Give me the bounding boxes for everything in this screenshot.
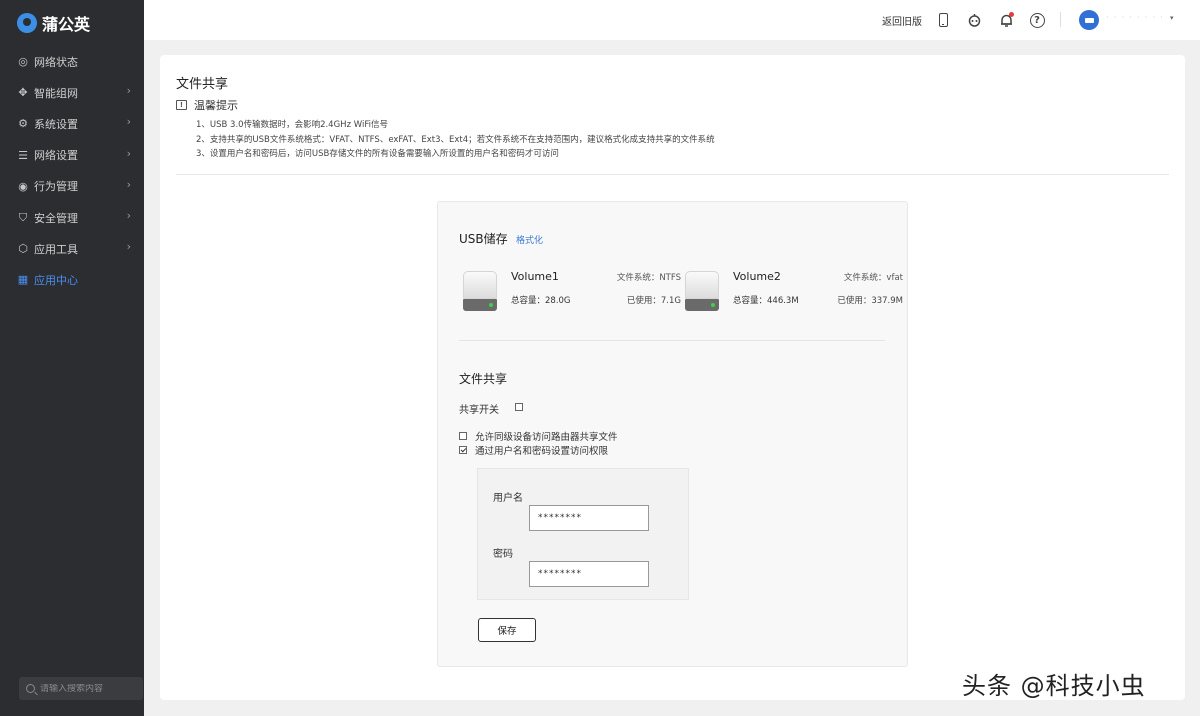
auth-checkbox[interactable]: [459, 446, 467, 454]
option-auth-row: 通过用户名和密码设置访问权限: [459, 443, 608, 457]
hard-drive-icon: [463, 271, 497, 311]
tool-icon: ⬡: [18, 242, 28, 256]
sliders-icon: ☰: [18, 148, 28, 162]
avatar[interactable]: [1079, 10, 1099, 30]
sidebar-item[interactable]: ☰ 网络设置 ›: [0, 140, 144, 171]
sidebar-item[interactable]: ✥ 智能组网 ›: [0, 77, 144, 108]
tip-header: ! 温馨提示: [176, 97, 238, 113]
share-title: 文件共享: [459, 372, 508, 386]
shield-icon: ⛉: [18, 210, 28, 224]
credentials-box: 用户名 密码: [477, 468, 689, 600]
volume-card: Volume2 文件系统：vfat 总容量：446.3M 已使用：337.9M: [681, 268, 903, 314]
sidebar-item-label: 安全管理: [34, 211, 78, 225]
share-switch-label: 共享开关: [459, 405, 499, 416]
page-title: 文件共享: [176, 77, 229, 92]
brand-name: 蒲公英: [42, 15, 91, 34]
info-icon: !: [176, 100, 187, 110]
notification-dot: [1009, 12, 1014, 17]
help-icon[interactable]: ?: [1028, 11, 1046, 29]
volume-name: Volume2: [733, 270, 781, 283]
watermark: 头条 @科技小虫: [962, 672, 1146, 700]
tip-line: 3、设置用户名和密码后，访问USB存储文件的所有设备需要输入所设置的用户名和密码…: [196, 149, 559, 159]
sidebar-item[interactable]: ⛉ 安全管理 ›: [0, 202, 144, 233]
save-button[interactable]: 保存: [478, 618, 536, 642]
tip-title: 温馨提示: [194, 99, 238, 112]
chevron-right-icon: ›: [126, 208, 131, 222]
sidebar-search[interactable]: [19, 677, 143, 700]
username-field[interactable]: [529, 505, 649, 531]
tip-line: 1、USB 3.0传输数据时，会影响2.4GHz WiFi信号: [196, 120, 388, 130]
chevron-right-icon: ›: [126, 240, 131, 254]
volume-filesystem: 文件系统：NTFS: [616, 273, 681, 283]
gear-icon: ⚙: [18, 117, 28, 131]
sidebar-item[interactable]: ◉ 行为管理 ›: [0, 171, 144, 202]
share-switch-checkbox[interactable]: [515, 403, 523, 411]
topbar-divider: [1060, 12, 1061, 27]
volume-total: 总容量：446.3M: [733, 296, 799, 306]
password-field[interactable]: [529, 561, 649, 587]
app-grid-icon: ▦: [17, 273, 29, 287]
sidebar-item-label: 系统设置: [34, 117, 78, 131]
robot-icon[interactable]: [965, 11, 983, 29]
password-label: 密码: [493, 549, 513, 560]
volume-name: Volume1: [511, 270, 559, 283]
sidebar-item-label: 网络状态: [34, 55, 78, 69]
search-input[interactable]: [40, 683, 135, 694]
logo[interactable]: 蒲公英: [17, 11, 90, 35]
sidebar-item-label: 应用中心: [34, 273, 78, 287]
network-icon: ✥: [18, 86, 28, 100]
user-name[interactable]: · · · · · · · ·: [1106, 13, 1164, 23]
old-version-link[interactable]: 返回旧版: [882, 13, 922, 28]
chevron-down-icon[interactable]: ▾: [1170, 14, 1174, 22]
behavior-icon: ◉: [18, 179, 28, 193]
option-lan-row: 允许同级设备访问路由器共享文件: [459, 429, 618, 443]
divider: [176, 174, 1169, 175]
tip-line: 2、支持共享的USB文件系统格式：VFAT、NTFS、exFAT、Ext3、Ex…: [196, 134, 715, 145]
tip-list: 1、USB 3.0传输数据时，会影响2.4GHz WiFi信号 2、支持共享的U…: [196, 118, 715, 162]
sidebar-item[interactable]: ◎ 网络状态: [0, 46, 144, 77]
chevron-right-icon: ›: [126, 115, 131, 129]
username-label: 用户名: [493, 493, 523, 504]
sidebar-item[interactable]: ⚙ 系统设置 ›: [0, 108, 144, 139]
volume-filesystem: 文件系统：vfat: [843, 273, 903, 283]
logo-icon: [17, 13, 37, 33]
globe-icon: ◎: [18, 55, 28, 69]
chevron-right-icon: ›: [126, 177, 131, 191]
sidebar: 蒲公英 ◎ 网络状态 ✥ 智能组网 › ⚙ 系统设置 › ☰ 网络设置 › ◉ 行为管理 › ⛉ 安全管理 › ⬡…: [0, 0, 144, 716]
sidebar-item-label: 网络设置: [34, 149, 78, 163]
allow-lan-label: 允许同级设备访问路由器共享文件: [475, 432, 618, 443]
main-card: 文件共享 ! 温馨提示 1、USB 3.0传输数据时，会影响2.4GHz WiF…: [160, 55, 1185, 700]
auth-label: 通过用户名和密码设置访问权限: [475, 446, 609, 457]
allow-lan-checkbox[interactable]: [459, 432, 467, 440]
format-link[interactable]: 格式化: [516, 233, 543, 246]
chevron-right-icon: ›: [126, 146, 131, 160]
sidebar-item[interactable]: ⬡ 应用工具 ›: [0, 233, 144, 264]
hard-drive-icon: [685, 271, 719, 311]
volume-total: 总容量：28.0G: [511, 296, 571, 306]
usb-title: USB储存: [459, 232, 508, 246]
search-icon: [26, 684, 35, 693]
panel-divider: [459, 340, 885, 341]
volume-used: 已使用：7.1G: [626, 296, 681, 306]
sidebar-nav: ◎ 网络状态 ✥ 智能组网 › ⚙ 系统设置 › ☰ 网络设置 › ◉ 行为管理 › ⛉ 安全管理 › ⬡ 应用工具…: [0, 46, 144, 296]
sidebar-item-label: 智能组网: [34, 86, 78, 100]
sidebar-item-label: 行为管理: [34, 180, 78, 194]
topbar: 返回旧版 ? · · · · · · · · ▾: [144, 0, 1200, 40]
chevron-right-icon: ›: [126, 84, 131, 98]
mobile-icon[interactable]: [934, 11, 952, 29]
bell-icon[interactable]: [997, 11, 1015, 29]
volume-card: Volume1 文件系统：NTFS 总容量：28.0G 已使用：7.1G: [459, 268, 681, 314]
sidebar-item-label: 应用工具: [34, 242, 78, 256]
usb-panel: USB储存 格式化 Volume1 文件系统：NTFS 总容量：28.0G 已使…: [437, 201, 908, 667]
volume-used: 已使用：337.9M: [837, 296, 903, 306]
sidebar-item[interactable]: ▦ 应用中心: [0, 264, 144, 295]
